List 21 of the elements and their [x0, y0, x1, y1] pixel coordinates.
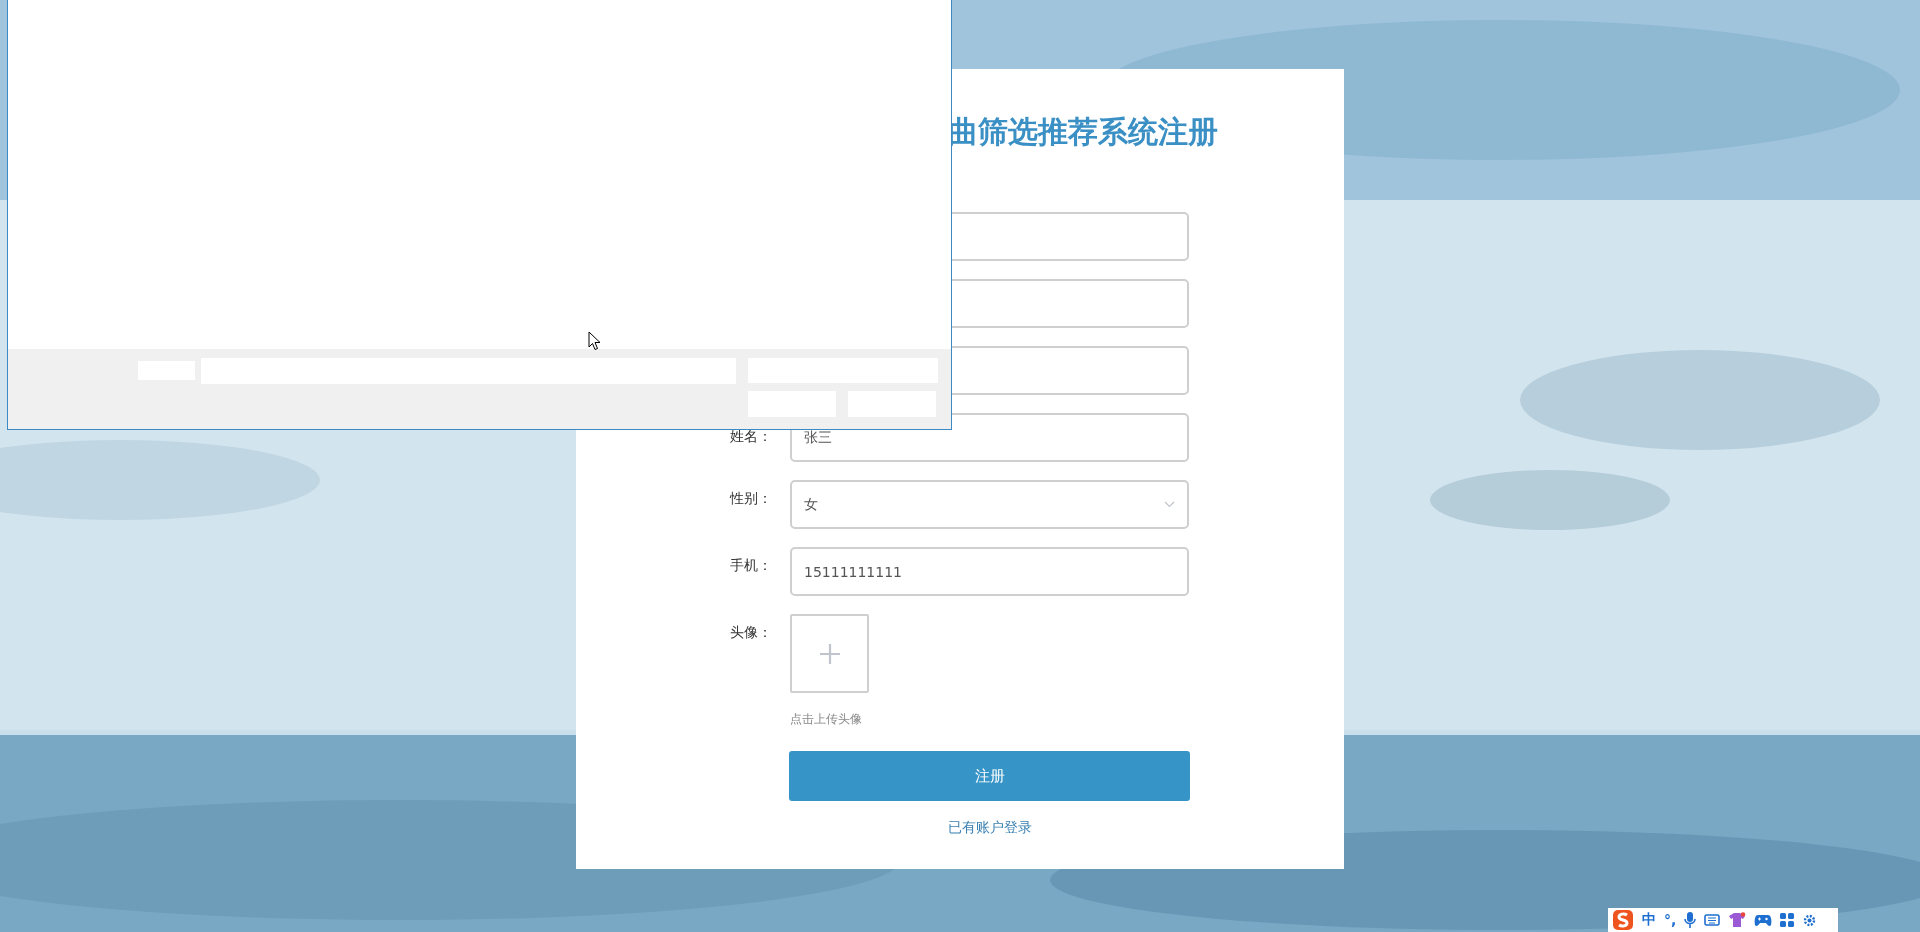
field-label: 头像： [730, 624, 772, 642]
login-link[interactable]: 已有账户登录 [947, 819, 1032, 835]
gamepad-icon[interactable] [1754, 913, 1773, 927]
gear-icon[interactable] [1802, 912, 1818, 928]
keyboard-icon[interactable] [1704, 914, 1721, 926]
shirt-icon[interactable] [1728, 912, 1747, 928]
field-label: 手机： [730, 557, 772, 575]
pointer-icon [588, 331, 601, 351]
field-label: 姓名： [730, 428, 772, 446]
microphone-icon[interactable] [1684, 911, 1697, 929]
grid-icon[interactable] [1780, 913, 1795, 927]
input-field[interactable]: 15111111111 [790, 547, 1189, 596]
chinese-mode-toggle[interactable]: 中 [1642, 911, 1656, 929]
register-button[interactable]: 注册 [789, 751, 1190, 801]
plus-icon [818, 642, 841, 665]
avatar-upload-button[interactable] [790, 614, 869, 693]
gender-dropdown[interactable]: 女 [790, 480, 1189, 529]
punctuation-toggle[interactable]: °, [1664, 912, 1677, 928]
chevron-down-icon [1164, 501, 1175, 508]
field-label: 性别： [730, 490, 772, 508]
upload-hint: 点击上传头像 [790, 711, 863, 728]
